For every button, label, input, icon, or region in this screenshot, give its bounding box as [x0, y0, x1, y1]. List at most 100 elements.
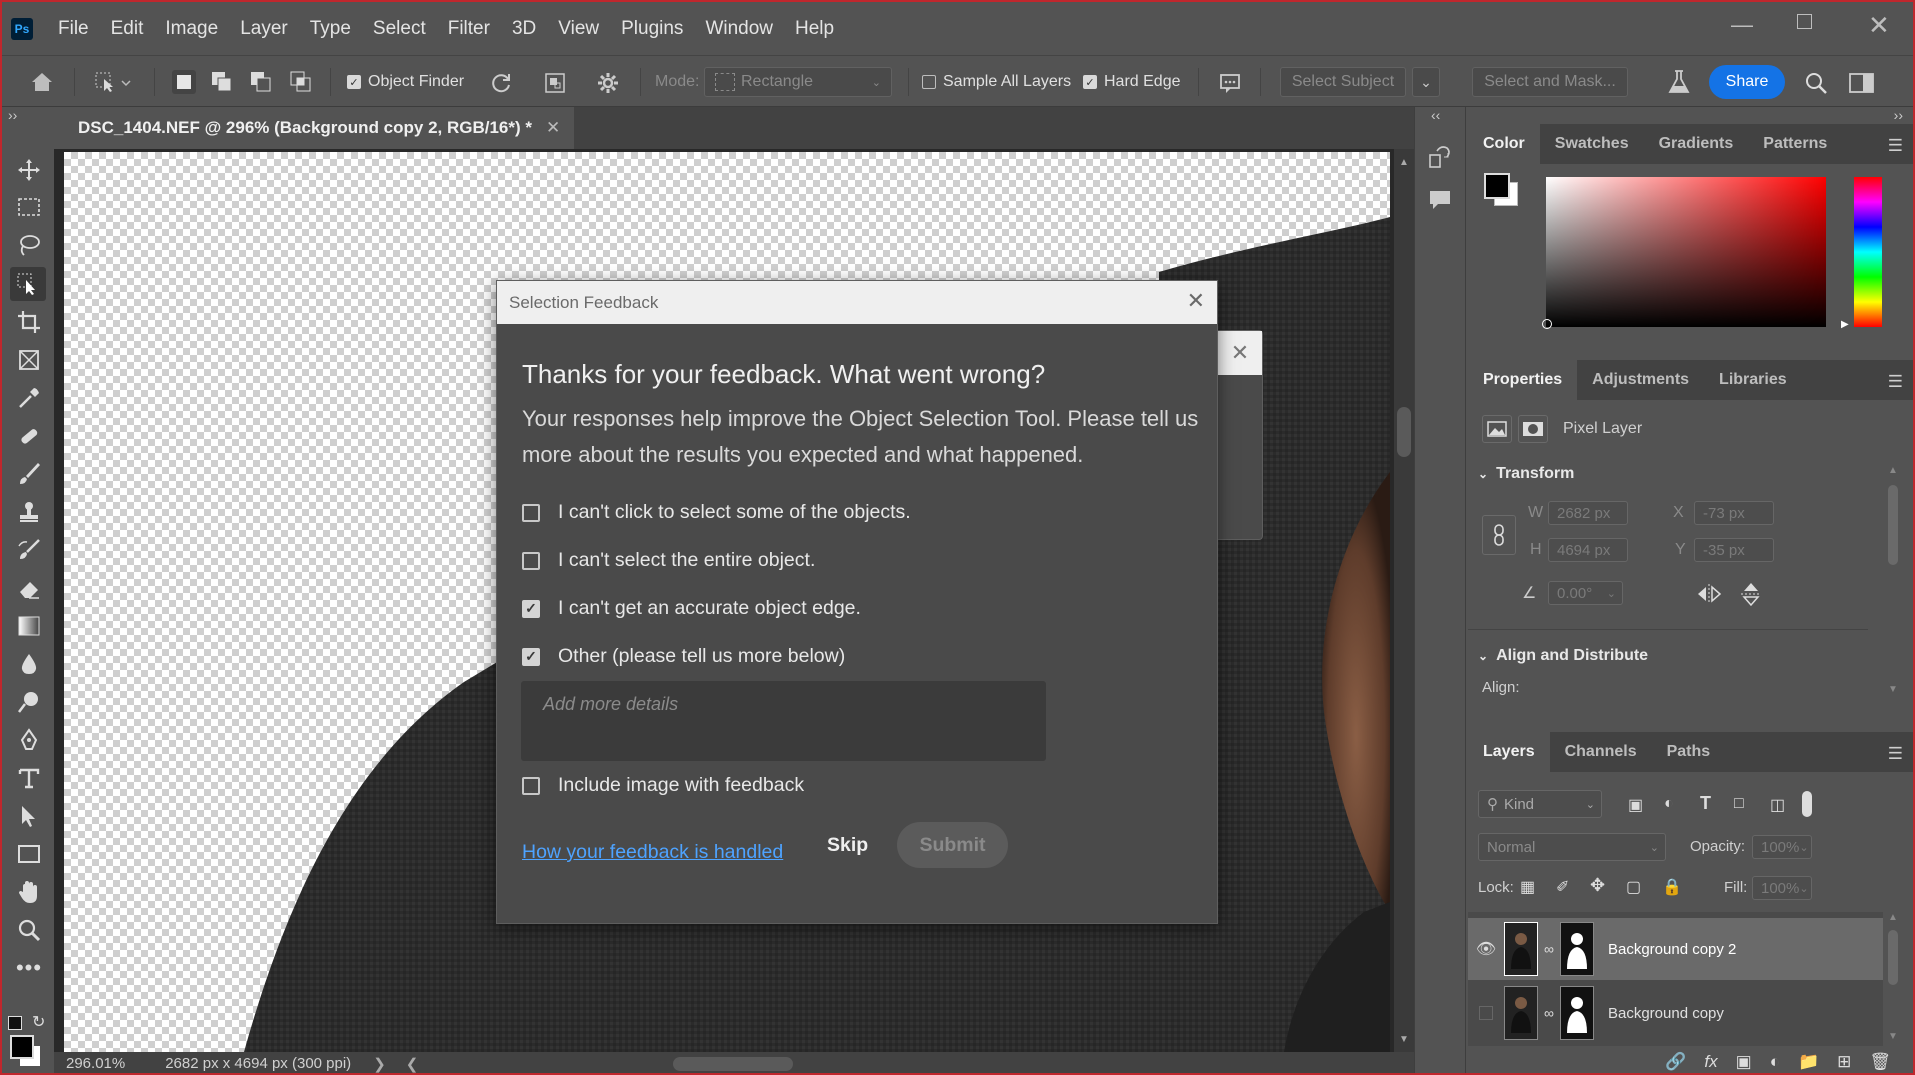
filter-toggle-icon[interactable] [1802, 791, 1812, 817]
height-field[interactable]: 4694 px [1548, 538, 1628, 562]
move-tool-icon[interactable] [16, 157, 42, 183]
layer-mask-thumbnail[interactable] [1559, 922, 1594, 976]
tab-layers[interactable]: Layers [1468, 732, 1550, 772]
layer-style-fx-icon[interactable]: fx [1704, 1052, 1717, 1072]
workspace-icon[interactable] [1848, 69, 1876, 97]
width-field[interactable]: 2682 px [1548, 501, 1628, 525]
details-textarea[interactable]: Add more details [521, 681, 1046, 761]
sample-all-layers-checkbox[interactable]: Sample All Layers [922, 56, 1071, 108]
blend-mode-dropdown[interactable]: Normal ⌄ [1478, 833, 1666, 861]
settings-gear-icon[interactable] [595, 70, 621, 96]
tab-adjustments[interactable]: Adjustments [1577, 360, 1704, 400]
tab-gradients[interactable]: Gradients [1644, 124, 1749, 164]
tab-swatches[interactable]: Swatches [1540, 124, 1644, 164]
lock-image-pixels-icon[interactable]: ✐ [1556, 877, 1569, 897]
properties-scrollbar[interactable]: ▲ ▼ [1886, 465, 1900, 695]
option-accurate-edge-checkbox[interactable]: ✓ I can't get an accurate object edge. [522, 597, 861, 620]
new-group-icon[interactable]: 📁 [1798, 1052, 1819, 1072]
skip-button[interactable]: Skip [819, 822, 876, 868]
share-button[interactable]: Share [1709, 65, 1785, 99]
expand-right-panels-icon[interactable]: ›› [1894, 107, 1903, 123]
maximize-icon[interactable] [1797, 14, 1812, 29]
tab-color[interactable]: Color [1468, 124, 1540, 164]
marquee-tool-icon[interactable] [16, 194, 42, 220]
menu-view[interactable]: View [547, 18, 610, 40]
submit-button[interactable]: Submit [897, 822, 1008, 868]
layer-row[interactable]: ∞ Background copy [1468, 982, 1883, 1044]
filter-adjustment-icon[interactable]: ◐ [1664, 795, 1674, 813]
add-mask-icon[interactable]: ▣ [1736, 1052, 1752, 1072]
mask-link-icon[interactable]: ∞ [1544, 941, 1554, 957]
tab-paths[interactable]: Paths [1652, 732, 1726, 772]
option-cant-click-checkbox[interactable]: I can't click to select some of the obje… [522, 501, 911, 524]
horizontal-scrollbar-thumb[interactable] [673, 1056, 794, 1071]
document-tab[interactable]: DSC_1404.NEF @ 296% (Background copy 2, … [54, 107, 575, 149]
menu-select[interactable]: Select [362, 18, 437, 40]
color-picker-handle[interactable] [1542, 319, 1552, 329]
scrollbar-thumb[interactable] [1397, 407, 1411, 457]
tab-libraries[interactable]: Libraries [1704, 360, 1802, 400]
layer-mask-thumbnail[interactable] [1559, 986, 1594, 1040]
menu-filter[interactable]: Filter [437, 18, 501, 40]
scroll-down-icon[interactable]: ▼ [1399, 1034, 1409, 1045]
close-tab-icon[interactable]: ✕ [546, 118, 560, 138]
eraser-tool-icon[interactable] [16, 575, 42, 601]
tab-channels[interactable]: Channels [1550, 732, 1652, 772]
scroll-left-icon[interactable]: ❮ [406, 1055, 419, 1073]
dodge-tool-icon[interactable] [16, 689, 42, 715]
object-finder-checkbox[interactable]: ✓ Object Finder [347, 56, 464, 108]
minimize-icon[interactable]: — [1731, 12, 1753, 38]
flip-horizontal-icon[interactable] [1696, 583, 1722, 605]
feedback-icon[interactable] [1216, 69, 1244, 97]
flip-vertical-icon[interactable] [1740, 581, 1762, 607]
object-selection-tool-icon[interactable] [10, 267, 46, 301]
default-colors-icon[interactable] [8, 1016, 22, 1030]
tab-properties[interactable]: Properties [1468, 360, 1578, 400]
new-selection-icon[interactable] [172, 70, 196, 94]
panel-menu-icon[interactable]: ☰ [1888, 744, 1903, 764]
history-brush-tool-icon[interactable] [16, 537, 42, 563]
rectangle-tool-icon[interactable] [16, 841, 42, 867]
tab-patterns[interactable]: Patterns [1748, 124, 1842, 164]
brush-tool-icon[interactable] [16, 461, 42, 487]
menu-layer[interactable]: Layer [229, 18, 299, 40]
lasso-tool-icon[interactable] [16, 232, 42, 258]
y-field[interactable]: -35 px [1694, 538, 1774, 562]
select-subject-dropdown[interactable]: ⌄ [1412, 67, 1440, 97]
select-subject-button[interactable]: Select Subject [1280, 67, 1406, 97]
hand-tool-icon[interactable] [16, 879, 42, 905]
pen-tool-icon[interactable] [16, 727, 42, 753]
hard-edge-checkbox[interactable]: ✓ Hard Edge [1083, 56, 1181, 108]
gradient-tool-icon[interactable] [16, 613, 42, 639]
delete-layer-icon[interactable]: 🗑 [1869, 1052, 1891, 1072]
path-selection-tool-icon[interactable] [16, 803, 42, 829]
panel-menu-icon[interactable]: ☰ [1888, 372, 1903, 392]
zoom-tool-icon[interactable] [16, 917, 42, 943]
eye-icon[interactable]: 👁 [1468, 939, 1504, 959]
filter-shape-icon[interactable]: □ [1734, 795, 1744, 813]
subtract-from-selection-icon[interactable] [249, 70, 273, 94]
close-popup-icon[interactable]: ✕ [1218, 331, 1262, 375]
mask-link-icon[interactable]: ∞ [1544, 1005, 1554, 1021]
history-panel-icon[interactable] [1427, 143, 1455, 171]
lock-position-icon[interactable]: ✥ [1590, 875, 1605, 896]
color-picker-field[interactable] [1546, 177, 1826, 327]
transform-section-header[interactable]: ⌄ Transform [1478, 465, 1574, 483]
crop-tool-icon[interactable] [16, 309, 42, 335]
status-expand-icon[interactable]: ❯ [373, 1055, 386, 1073]
object-selection-preset-icon[interactable] [90, 68, 134, 96]
type-tool-icon[interactable] [16, 765, 42, 791]
close-dialog-icon[interactable]: ✕ [1187, 290, 1205, 312]
healing-brush-tool-icon[interactable] [16, 423, 42, 449]
frame-tool-icon[interactable] [16, 347, 42, 373]
eyedropper-tool-icon[interactable] [16, 385, 42, 411]
lock-artboard-icon[interactable]: ▢ [1626, 877, 1641, 897]
blur-tool-icon[interactable] [16, 651, 42, 677]
menu-type[interactable]: Type [299, 18, 362, 40]
vertical-scrollbar[interactable]: ▲ ▼ [1394, 149, 1414, 1052]
zoom-level[interactable]: 296.01% [66, 1055, 125, 1072]
add-to-selection-icon[interactable] [210, 70, 234, 94]
foreground-color-swatch[interactable] [10, 1035, 34, 1059]
expand-toolbar-icon[interactable]: ›› [8, 107, 17, 123]
layer-filter-kind[interactable]: ⚲ Kind ⌄ [1478, 790, 1602, 818]
